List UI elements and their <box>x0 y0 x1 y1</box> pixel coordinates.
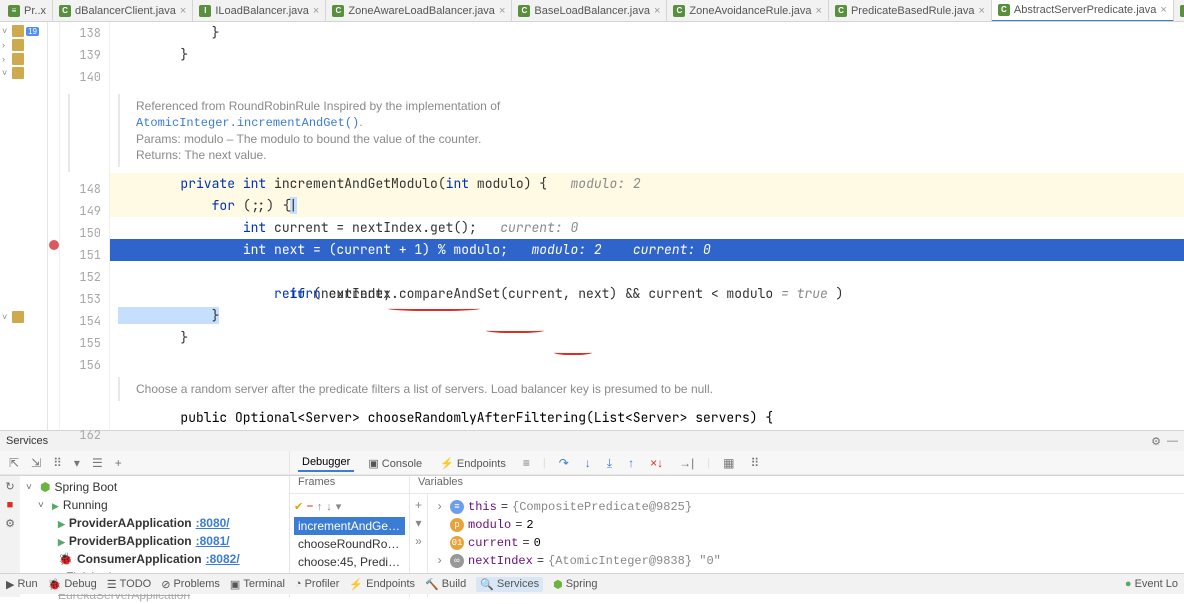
step-over-icon[interactable]: ↷ <box>556 456 572 470</box>
bookmark-icon[interactable]: ☰ <box>89 456 106 470</box>
group-icon[interactable]: ⠿ <box>50 456 65 470</box>
class-icon: C <box>998 4 1010 16</box>
drop-frame-icon[interactable]: ×↓ <box>647 456 666 470</box>
filter-icon[interactable]: ▾ <box>71 456 83 470</box>
tab-file[interactable]: IIRule.java× <box>1174 0 1184 22</box>
breakpoint-icon[interactable] <box>49 240 59 250</box>
debugger-tab[interactable]: Debugger <box>298 454 354 472</box>
close-icon[interactable]: × <box>978 5 984 17</box>
run-to-cursor-icon[interactable]: →| <box>676 456 697 470</box>
expand-icon[interactable]: ⇱ <box>6 456 22 470</box>
close-icon[interactable]: × <box>816 5 822 17</box>
interface-icon: I <box>1180 5 1184 17</box>
close-icon[interactable]: × <box>313 5 319 17</box>
gear-icon[interactable]: ⚙ <box>1151 435 1161 448</box>
line-gutter: 138 139 140 148 149 150 151 152 153 154 … <box>60 22 110 430</box>
profiler-button[interactable]: ◔ Profiler <box>295 578 340 590</box>
close-icon[interactable]: × <box>499 5 505 17</box>
terminal-button[interactable]: ▣ Terminal <box>230 578 285 591</box>
force-step-icon[interactable]: ⤓ <box>604 456 615 471</box>
spring-button[interactable]: ⬢ Spring <box>553 578 597 591</box>
rerun-icon[interactable]: ↻ <box>5 480 14 493</box>
class-icon: C <box>332 5 344 17</box>
tab-project[interactable]: ≡Pr..x <box>2 0 53 22</box>
tab-file[interactable]: CZoneAvoidanceRule.java× <box>667 0 829 22</box>
tab-file[interactable]: IILoadBalancer.java× <box>193 0 326 22</box>
close-icon[interactable]: × <box>180 5 186 17</box>
class-icon: C <box>518 5 530 17</box>
tab-file[interactable]: CPredicateBasedRule.java× <box>829 0 992 22</box>
project-tool-strip[interactable]: ˅19 › › ˅ ˅ <box>0 22 48 430</box>
debug-panels-header: Frames Variables <box>290 476 1184 494</box>
services-toolwindow-header[interactable]: Services ⚙— <box>0 430 1184 451</box>
run-toolwindow-button[interactable]: ▶ Run <box>6 578 38 591</box>
stop-icon[interactable]: ■ <box>7 499 14 511</box>
add-icon[interactable]: + <box>112 456 125 470</box>
debug-toolwindow-button[interactable]: 🐞 Debug <box>48 578 97 591</box>
frame-row[interactable]: choose:45, Predicate <box>294 553 405 571</box>
tab-file[interactable]: CdBalancerClient.java× <box>53 0 193 22</box>
step-into-icon[interactable]: ↓ <box>582 456 594 470</box>
javadoc-rendered: Choose a random server after the predica… <box>118 377 1184 401</box>
event-log-button[interactable]: ● Event Lo <box>1125 578 1178 590</box>
tab-file[interactable]: CBaseLoadBalancer.java× <box>512 0 667 22</box>
hide-icon[interactable]: — <box>1167 435 1178 448</box>
editor-area: ˅19 › › ˅ ˅ 138 139 140 148 149 150 151 … <box>0 22 1184 430</box>
problems-button[interactable]: ⊘ Problems <box>161 578 220 591</box>
class-icon: C <box>673 5 685 17</box>
settings-icon[interactable]: ⚙ <box>5 517 15 530</box>
tab-file[interactable]: CZoneAwareLoadBalancer.java× <box>326 0 512 22</box>
endpoints-tab[interactable]: ⚡ Endpoints <box>436 455 510 472</box>
annotation-underline <box>554 349 592 355</box>
step-out-icon[interactable]: ↑ <box>625 456 637 470</box>
filter-icon[interactable]: ▾ <box>336 500 342 513</box>
todo-button[interactable]: ☰ TODO <box>107 578 151 591</box>
interface-icon: I <box>199 5 211 17</box>
add-watch-icon[interactable]: + <box>415 498 422 512</box>
frame-row[interactable]: incrementAndGetMo <box>294 517 405 535</box>
editor-tabs: ≡Pr..x CdBalancerClient.java× IILoadBala… <box>0 0 1184 22</box>
more-icon[interactable]: ⠿ <box>747 456 762 470</box>
check-icon[interactable]: ✔ <box>294 500 303 513</box>
class-icon: C <box>835 5 847 17</box>
javadoc-rendered: Referenced from RoundRobinRule Inspired … <box>118 94 1184 167</box>
class-icon: C <box>59 5 71 17</box>
close-icon[interactable]: × <box>654 5 660 17</box>
code-editor[interactable]: } } Referenced from RoundRobinRule Inspi… <box>110 22 1184 430</box>
evaluate-icon[interactable]: ▦ <box>720 456 737 470</box>
collapse-icon[interactable]: ⇲ <box>28 456 44 470</box>
tab-file-active[interactable]: CAbstractServerPredicate.java× <box>992 0 1174 22</box>
build-button[interactable]: 🔨 Build <box>425 578 466 591</box>
annotation-underline <box>486 327 544 333</box>
threads-icon[interactable]: ≡ <box>520 456 533 470</box>
execution-line: int next = (current + 1) % modulo; modul… <box>110 239 1184 261</box>
endpoints-button[interactable]: ⚡ Endpoints <box>349 578 415 591</box>
class-icon: ≡ <box>8 5 20 17</box>
annotation-underline <box>388 305 480 311</box>
frame-row[interactable]: chooseRoundRobinA <box>294 535 405 553</box>
status-bar: ▶ Run 🐞 Debug ☰ TODO ⊘ Problems ▣ Termin… <box>0 573 1184 594</box>
services-button[interactable]: 🔍 Services <box>476 577 543 592</box>
console-tab[interactable]: ▣ Console <box>364 455 426 472</box>
close-icon[interactable]: × <box>1160 4 1166 16</box>
